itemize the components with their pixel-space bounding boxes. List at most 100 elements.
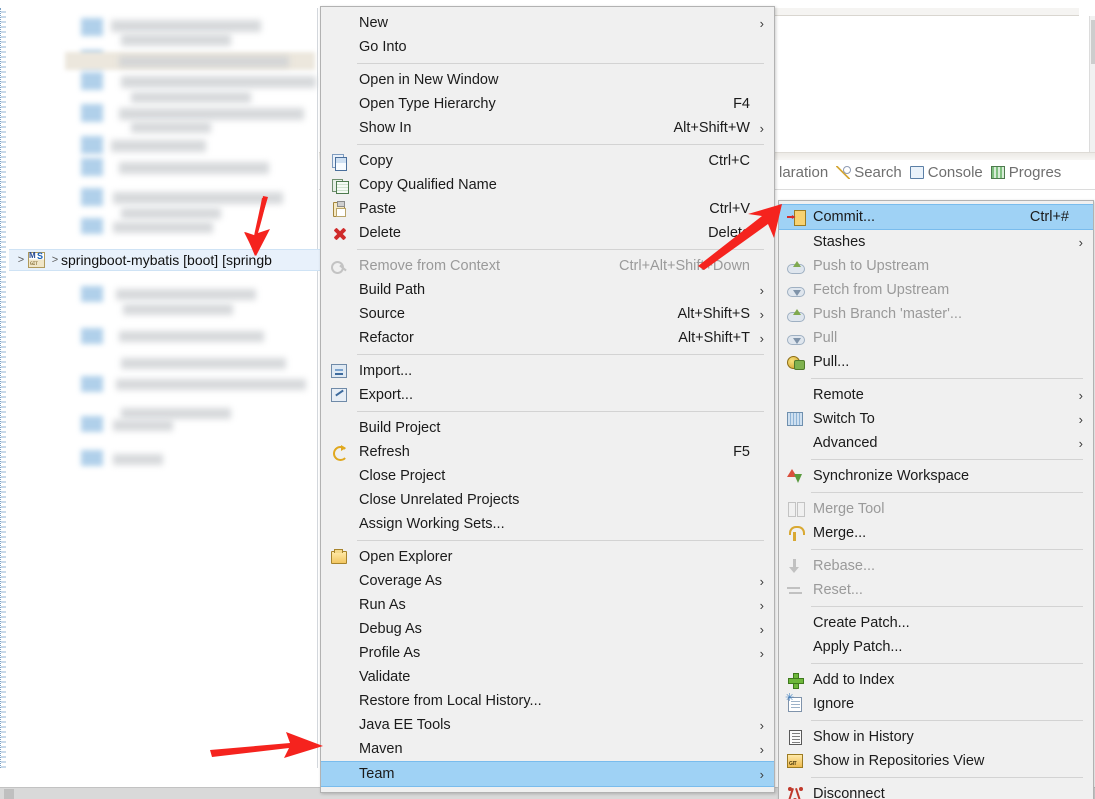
menu-item-team[interactable]: Team › <box>321 761 774 787</box>
submenu-item-switch-to[interactable]: Switch To › <box>779 407 1093 431</box>
history-icon <box>788 729 802 745</box>
menu-item-coverage-as[interactable]: Coverage As › <box>321 569 774 593</box>
submenu-item-remote[interactable]: Remote › <box>779 383 1093 407</box>
view-tab-label: Search <box>854 164 902 181</box>
project-explorer-panel[interactable]: > GIT > springboot-mybatis [boot] [sprin… <box>0 8 321 768</box>
menu-separator <box>357 411 764 412</box>
submenu-item-add-to-index[interactable]: Add to Index <box>779 668 1093 692</box>
menu-item-open-explorer[interactable]: Open Explorer <box>321 545 774 569</box>
merge-tool-icon <box>787 502 805 517</box>
tree-row-label: springboot-mybatis [boot] [springb <box>61 252 272 268</box>
view-tab-list[interactable]: laration Search Console Progres <box>779 164 1061 181</box>
tab-progress[interactable]: Progres <box>990 164 1061 181</box>
menu-separator <box>811 663 1083 664</box>
menu-item-refresh[interactable]: Refresh F5 <box>321 440 774 464</box>
menu-item-debug-as[interactable]: Debug As › <box>321 617 774 641</box>
menu-item-source[interactable]: Source Alt+Shift+S › <box>321 302 774 326</box>
tab-declaration[interactable]: laration <box>779 164 828 181</box>
submenu-item-show-in-history[interactable]: Show in History <box>779 725 1093 749</box>
submenu-item-commit[interactable]: Commit... Ctrl+# <box>779 204 1093 230</box>
menu-item-copy-qualified-name[interactable]: Copy Qualified Name <box>321 173 774 197</box>
project-context-menu[interactable]: New › Go Into Open in New Window Open Ty… <box>320 6 775 793</box>
tab-console[interactable]: Console <box>909 164 983 181</box>
submenu-item-disconnect[interactable]: Disconnect <box>779 782 1093 799</box>
disconnect-icon <box>787 786 803 799</box>
menu-separator <box>811 720 1083 721</box>
merge-icon <box>788 525 805 541</box>
menu-item-java-ee-tools[interactable]: Java EE Tools › <box>321 713 774 737</box>
menu-item-compare-with[interactable]: Compare With › <box>321 787 774 792</box>
submenu-chevron-icon: › <box>759 306 764 322</box>
submenu-chevron-icon: › <box>1078 387 1083 403</box>
tab-search[interactable]: Search <box>836 164 902 181</box>
submenu-chevron-icon: › <box>1078 411 1083 427</box>
menu-item-go-into[interactable]: Go Into <box>321 35 774 59</box>
submenu-item-reset: Reset... <box>779 578 1093 602</box>
submenu-chevron-icon: › <box>759 597 764 613</box>
submenu-item-rebase: Rebase... <box>779 554 1093 578</box>
cloud-download-icon <box>787 332 805 345</box>
switch-to-icon <box>787 412 803 426</box>
menu-item-build-project[interactable]: Build Project <box>321 416 774 440</box>
menu-item-export[interactable]: Export... <box>321 383 774 407</box>
submenu-item-pull-dialog[interactable]: Pull... <box>779 350 1093 374</box>
submenu-item-merge[interactable]: Merge... <box>779 521 1093 545</box>
menu-separator <box>357 144 764 145</box>
view-tab-label: laration <box>779 164 829 181</box>
menu-item-open-type-hierarchy[interactable]: Open Type Hierarchy F4 <box>321 92 774 116</box>
submenu-chevron-icon: › <box>759 282 764 298</box>
submenu-chevron-icon: › <box>759 741 764 757</box>
export-icon <box>331 388 347 402</box>
menu-item-assign-working-sets[interactable]: Assign Working Sets... <box>321 512 774 536</box>
submenu-chevron-icon: › <box>759 621 764 637</box>
submenu-item-stashes[interactable]: Stashes › <box>779 230 1093 254</box>
submenu-item-create-patch[interactable]: Create Patch... <box>779 611 1093 635</box>
menu-item-run-as[interactable]: Run As › <box>321 593 774 617</box>
paste-icon <box>333 200 346 217</box>
scrollbar-thumb[interactable] <box>1091 20 1095 64</box>
menu-separator <box>357 63 764 64</box>
menu-item-build-path[interactable]: Build Path › <box>321 278 774 302</box>
menu-separator <box>811 492 1083 493</box>
expand-twisty-icon[interactable]: > <box>15 254 27 266</box>
submenu-item-synchronize-workspace[interactable]: Synchronize Workspace <box>779 464 1093 488</box>
menu-item-paste[interactable]: Paste Ctrl+V <box>321 197 774 221</box>
menu-separator <box>357 540 764 541</box>
submenu-chevron-icon: › <box>1078 435 1083 451</box>
menu-item-maven[interactable]: Maven › <box>321 737 774 761</box>
menu-item-restore-from-local-history[interactable]: Restore from Local History... <box>321 689 774 713</box>
menu-item-import[interactable]: Import... <box>321 359 774 383</box>
menu-separator <box>811 378 1083 379</box>
menu-item-close-project[interactable]: Close Project <box>321 464 774 488</box>
menu-item-open-in-new-window[interactable]: Open in New Window <box>321 68 774 92</box>
reset-icon <box>787 584 803 596</box>
submenu-item-show-in-repositories-view[interactable]: Show in Repositories View <box>779 749 1093 773</box>
menu-item-copy[interactable]: Copy Ctrl+C <box>321 149 774 173</box>
submenu-item-push-branch-master: Push Branch 'master'... <box>779 302 1093 326</box>
submenu-item-advanced[interactable]: Advanced › <box>779 431 1093 455</box>
team-submenu[interactable]: Commit... Ctrl+# Stashes › Push to Upstr… <box>778 200 1094 799</box>
taskbar-start-button[interactable] <box>4 789 14 799</box>
open-explorer-icon <box>331 548 347 564</box>
menu-item-close-unrelated-projects[interactable]: Close Unrelated Projects <box>321 488 774 512</box>
view-tab-label: Console <box>927 164 983 181</box>
menu-item-refactor[interactable]: Refactor Alt+Shift+T › <box>321 326 774 350</box>
tree-row[interactable]: > GIT > springboot-mybatis [boot] [sprin… <box>9 249 321 271</box>
import-icon <box>331 364 347 378</box>
submenu-item-apply-patch[interactable]: Apply Patch... <box>779 635 1093 659</box>
menu-separator <box>357 354 764 355</box>
menu-item-new[interactable]: New › <box>321 11 774 35</box>
editor-vertical-scrollbar[interactable] <box>1089 16 1095 156</box>
git-repository-icon <box>787 754 803 768</box>
menu-item-profile-as[interactable]: Profile As › <box>321 641 774 665</box>
menu-item-validate[interactable]: Validate <box>321 665 774 689</box>
cloud-upload-icon <box>787 260 805 274</box>
add-to-index-icon <box>788 673 804 689</box>
explorer-left-scrollbar[interactable] <box>1 8 6 768</box>
submenu-chevron-icon: › <box>759 717 764 733</box>
menu-item-delete[interactable]: Delete Delete <box>321 221 774 245</box>
menu-item-show-in[interactable]: Show In Alt+Shift+W › <box>321 116 774 140</box>
pull-icon <box>787 355 805 370</box>
submenu-item-ignore[interactable]: Ignore <box>779 692 1093 716</box>
ignore-icon <box>785 693 802 712</box>
